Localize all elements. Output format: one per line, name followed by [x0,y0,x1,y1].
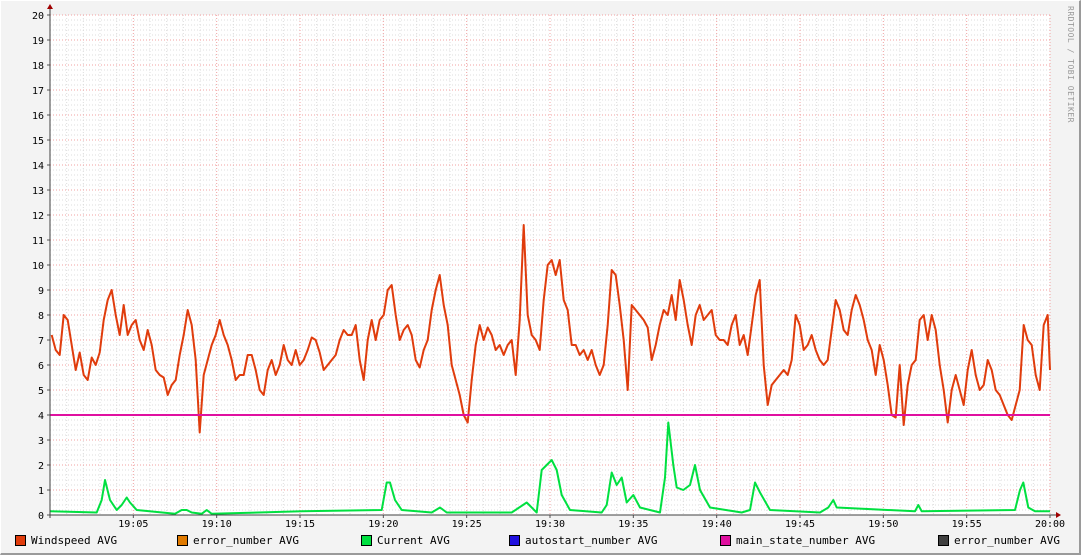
y-tick-label: 5 [38,386,44,397]
y-tick-label: 14 [32,161,44,172]
legend-label: error_number AVG [193,534,299,547]
y-tick-label: 6 [38,361,44,372]
watermark: RRDTOOL / TOBI OETIKER [1066,6,1075,123]
y-tick-label: 2 [38,461,44,472]
x-tick-label: 19:25 [452,519,482,530]
legend-label: main_state_number AVG [736,534,876,547]
legend-label: Windspeed AVG [31,534,118,547]
y-tick-label: 15 [32,136,44,147]
y-tick-label: 8 [38,311,44,322]
legend-swatch [509,535,520,546]
legend-swatch [361,535,372,546]
x-tick-label: 19:35 [618,519,648,530]
y-tick-label: 3 [38,436,44,447]
legend-swatch [938,535,949,546]
x-tick-label: 19:10 [202,519,232,530]
legend-item-autostart: autostart_number AVG [509,534,657,547]
legend-item-error-number: error_number AVG [177,534,299,547]
x-axis-arrow-icon [1056,512,1061,518]
legend-label: error_number AVG [954,534,1060,547]
legend-swatch [177,535,188,546]
y-tick-label: 13 [32,186,44,197]
legend-label: Current AVG [377,534,450,547]
y-tick-label: 0 [38,511,44,522]
x-tick-label: 19:15 [285,519,315,530]
y-tick-label: 17 [32,86,44,97]
x-tick-label: 19:50 [868,519,898,530]
x-tick-label: 20:00 [1035,519,1065,530]
y-tick-label: 19 [32,36,44,47]
x-tick-label: 19:45 [785,519,815,530]
legend-item-current: Current AVG [361,534,450,547]
legend-item-windspeed: Windspeed AVG [15,534,117,547]
x-tick-label: 19:05 [118,519,148,530]
y-tick-label: 1 [38,486,44,497]
legend-item-error-number-2: error_number AVG [938,534,1060,547]
legend-item-main-state: main_state_number AVG [720,534,875,547]
y-tick-label: 16 [32,111,44,122]
y-axis-arrow-icon [47,4,53,9]
chart-plot: 0123456789101112131415161718192019:05 19:… [32,4,1065,530]
y-tick-label: 18 [32,61,44,72]
legend-label: autostart_number AVG [525,534,658,547]
x-tick-label: 19:20 [368,519,398,530]
legend-swatch [15,535,26,546]
y-tick-label: 12 [32,211,44,222]
x-tick-label: 19:30 [535,519,565,530]
y-tick-label: 20 [32,11,44,22]
y-tick-label: 4 [38,411,44,422]
legend: Windspeed AVG error_number AVG Current A… [0,534,1081,550]
y-tick-label: 7 [38,336,44,347]
x-tick-label: 19:40 [702,519,732,530]
y-tick-label: 10 [32,261,44,272]
x-tick-label: 19:55 [952,519,982,530]
legend-swatch [720,535,731,546]
y-tick-label: 9 [38,286,44,297]
y-tick-label: 11 [32,236,44,247]
